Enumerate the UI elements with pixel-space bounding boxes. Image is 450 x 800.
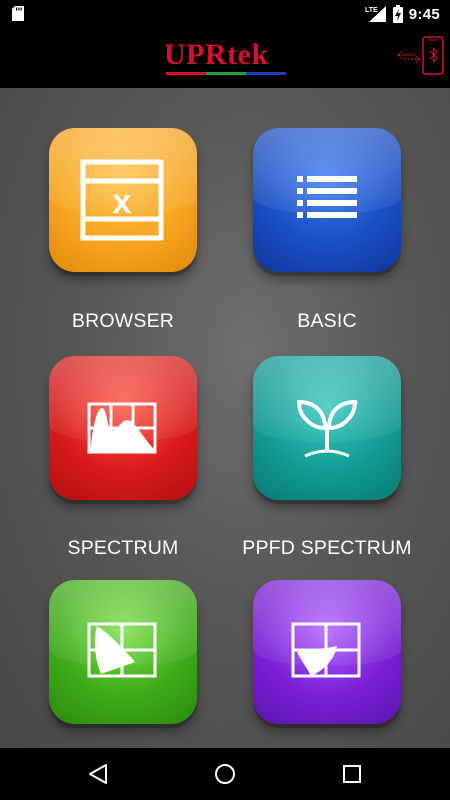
excel-x-icon: x: [80, 159, 164, 241]
browser-tile[interactable]: x: [49, 128, 197, 280]
app-logo: UPRtek: [164, 38, 269, 71]
battery-charging-icon: [392, 5, 403, 23]
cie-tile-purple[interactable]: [253, 580, 401, 732]
logo-stripe: [166, 72, 286, 75]
basic-label: BASIC: [297, 310, 357, 332]
app-header: UPRtek: [0, 28, 450, 88]
recents-icon[interactable]: [340, 762, 364, 786]
sd-card-icon: [12, 6, 24, 21]
lte-signal-icon: LTE: [365, 6, 386, 22]
back-icon[interactable]: [86, 762, 110, 786]
home-icon[interactable]: [213, 762, 237, 786]
cie-tile-green[interactable]: [49, 580, 197, 732]
list-icon: [297, 176, 357, 218]
cie-diagram-icon: [291, 622, 361, 678]
plant-sprout-icon: [296, 399, 358, 458]
status-bar: LTE 9:45: [0, 0, 450, 28]
svg-text:x: x: [113, 183, 132, 221]
clock-time: 9:45: [408, 5, 440, 23]
spectrum-tile[interactable]: [49, 356, 197, 508]
spectrum-chart-icon: [87, 402, 157, 454]
spectrum-label: SPECTRUM: [67, 537, 179, 559]
basic-tile[interactable]: [253, 128, 401, 280]
browser-label: BROWSER: [71, 310, 175, 332]
cie-diagram-icon: [87, 622, 157, 678]
bluetooth-connect-icon[interactable]: [394, 36, 446, 76]
system-nav-bar: [0, 748, 450, 800]
main-menu: x BROWSER BASIC SPECTRUM PPFD SPECTRUM: [0, 88, 450, 748]
ppfd-spectrum-tile[interactable]: [253, 356, 401, 508]
svg-text:LTE: LTE: [365, 7, 378, 14]
ppfd-spectrum-label: PPFD SPECTRUM: [242, 537, 412, 559]
